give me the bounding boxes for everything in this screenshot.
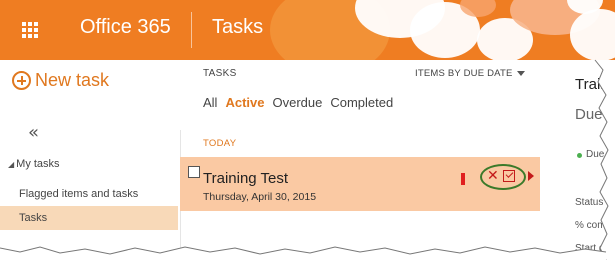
sort-dropdown[interactable]: ITEMS BY DUE DATE <box>415 68 525 79</box>
new-task-label: New task <box>35 70 110 90</box>
status-dot-icon <box>577 153 582 158</box>
list-heading: TASKS <box>203 68 237 79</box>
filter-completed[interactable]: Completed <box>330 95 393 110</box>
group-header-today: TODAY <box>203 138 237 149</box>
details-due-line: Due <box>586 149 605 160</box>
filter-tabs: All Active Overdue Completed <box>203 95 393 110</box>
details-due: Due <box>575 106 603 123</box>
collapse-nav-button[interactable]: « <box>28 122 39 143</box>
details-percent-complete: % com <box>575 220 606 231</box>
task-due-date: Thursday, April 30, 2015 <box>203 191 317 203</box>
nav-item-tasks[interactable]: Tasks <box>0 206 178 230</box>
expand-triangle-icon: ◢ <box>8 160 15 169</box>
task-title: Training Test <box>203 170 289 187</box>
brand-name[interactable]: Office 365 <box>80 16 171 39</box>
details-status: Status <box>575 197 604 208</box>
top-bar: Office 365 Tasks <box>0 0 615 60</box>
sort-label: ITEMS BY DUE DATE <box>415 68 513 79</box>
details-title: Traini <box>575 76 612 93</box>
new-task-button[interactable]: New task <box>12 70 109 91</box>
my-tasks-label: My tasks <box>16 158 60 170</box>
details-start-date: Start d <box>575 243 605 254</box>
waffle-icon <box>22 22 38 38</box>
filter-active[interactable]: Active <box>225 95 264 110</box>
flag-arrow-icon[interactable] <box>528 171 534 181</box>
app-launcher-button[interactable] <box>0 0 60 60</box>
plus-circle-icon <box>12 71 31 90</box>
mark-complete-icon[interactable] <box>503 170 515 182</box>
app-title: Tasks <box>212 16 264 38</box>
chevron-down-icon <box>516 70 525 76</box>
task-checkbox[interactable] <box>188 166 200 178</box>
header-divider <box>191 12 192 48</box>
filter-overdue[interactable]: Overdue <box>272 95 322 110</box>
close-icon[interactable]: ✕ <box>487 168 499 184</box>
my-tasks-group[interactable]: ◢ My tasks <box>8 158 60 170</box>
importance-flag-icon <box>461 173 465 185</box>
filter-all[interactable]: All <box>203 95 217 110</box>
nav-item-flagged[interactable]: Flagged items and tasks <box>0 182 178 206</box>
